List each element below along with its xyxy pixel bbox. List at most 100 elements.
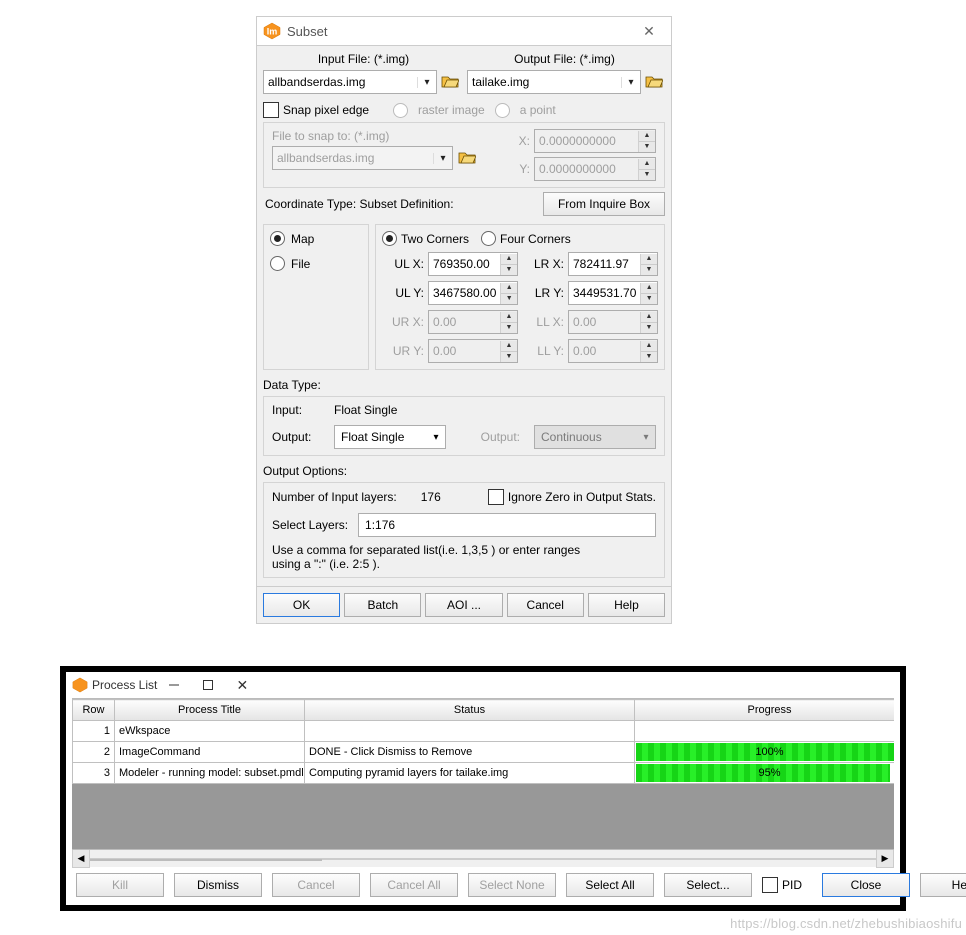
- minimize-icon[interactable]: [157, 674, 191, 696]
- batch-button[interactable]: Batch: [344, 593, 421, 617]
- uly-value: 3467580.00: [429, 286, 500, 300]
- select-all-label: Select All: [585, 878, 634, 892]
- select-all-button[interactable]: Select All: [566, 873, 654, 897]
- scroll-thumb[interactable]: [90, 859, 322, 861]
- snap-file-browse-icon[interactable]: [456, 146, 478, 168]
- process-list-window: Process List ✕ Row Process Title Status …: [60, 666, 906, 911]
- lrx-input[interactable]: 782411.97▲▼: [568, 252, 658, 276]
- pid-checkbox[interactable]: [762, 877, 778, 893]
- cancel-button[interactable]: Cancel: [507, 593, 584, 617]
- snap-point-label: a point: [520, 103, 556, 117]
- numlayers-value: 176: [421, 490, 441, 504]
- ury-label: UR Y:: [382, 344, 424, 358]
- snap-label: Snap pixel edge: [283, 103, 383, 117]
- input-file-browse-icon[interactable]: [439, 70, 461, 92]
- snap-file-value: allbandserdas.img: [273, 151, 433, 165]
- dt-output2-select: Continuous ▾: [534, 425, 656, 449]
- chevron-down-icon[interactable]: ▾: [621, 77, 640, 88]
- select-button[interactable]: Select...: [664, 873, 752, 897]
- snap-y-input: 0.0000000000 ▲▼: [534, 157, 656, 181]
- corners-panel: Two Corners Four Corners UL X: 769350.00…: [375, 224, 665, 370]
- table-row[interactable]: 2ImageCommandDONE - Click Dismiss to Rem…: [73, 742, 895, 763]
- dismiss-label: Dismiss: [197, 878, 239, 892]
- process-buttons: Kill Dismiss Cancel Cancel All Select No…: [66, 867, 900, 905]
- output-file-browse-icon[interactable]: [643, 70, 665, 92]
- lry-input[interactable]: 3449531.70▲▼: [568, 281, 658, 305]
- chevron-down-icon[interactable]: ▾: [417, 77, 436, 88]
- help-button[interactable]: Help: [588, 593, 665, 617]
- snap-checkbox[interactable]: [263, 102, 279, 118]
- scroll-right-icon[interactable]: ▶: [876, 849, 894, 868]
- table-row[interactable]: 3Modeler - running model: subset.pmdlCom…: [73, 763, 895, 784]
- input-file-combo[interactable]: allbandserdas.img ▾: [263, 70, 437, 94]
- aoi-button[interactable]: AOI ...: [425, 593, 502, 617]
- snap-x-value: 0.0000000000: [535, 134, 638, 148]
- aoi-label: AOI ...: [447, 598, 481, 612]
- input-file-value: allbandserdas.img: [264, 75, 417, 89]
- output-file-label: Output File: (*.img): [464, 52, 665, 66]
- select-none-button: Select None: [468, 873, 556, 897]
- row-progress: [635, 721, 895, 742]
- help-proc-label: Help: [952, 878, 966, 892]
- dt-output2-label: Output:: [481, 430, 520, 444]
- dt-output-select[interactable]: Float Single ▾: [334, 425, 446, 449]
- ok-button[interactable]: OK: [263, 593, 340, 617]
- coord-map-label: Map: [291, 232, 314, 246]
- ok-label: OK: [293, 598, 310, 612]
- row-status: DONE - Click Dismiss to Remove: [305, 742, 635, 763]
- four-corners-radio[interactable]: [481, 231, 496, 246]
- input-file-label: Input File: (*.img): [263, 52, 464, 66]
- output-options-header: Output Options:: [263, 460, 665, 478]
- from-inquire-label: From Inquire Box: [558, 197, 650, 211]
- dismiss-button[interactable]: Dismiss: [174, 873, 262, 897]
- col-row[interactable]: Row: [73, 700, 115, 721]
- spin-icon[interactable]: ▲▼: [640, 254, 657, 275]
- ignore-zero-checkbox[interactable]: [488, 489, 504, 505]
- process-table: Row Process Title Status Progress 1eWksp…: [72, 699, 894, 784]
- chevron-down-icon[interactable]: ▾: [427, 432, 445, 443]
- col-progress[interactable]: Progress: [635, 700, 895, 721]
- dt-input-label: Input:: [272, 403, 320, 417]
- ulx-label: UL X:: [382, 257, 424, 271]
- coord-file-radio[interactable]: [270, 256, 285, 271]
- coord-map-radio[interactable]: [270, 231, 285, 246]
- cancel-all-label: Cancel All: [387, 878, 440, 892]
- horizontal-scrollbar[interactable]: ◀ ▶: [72, 850, 894, 867]
- urx-value: 0.00: [429, 315, 500, 329]
- table-row[interactable]: 1eWkspace: [73, 721, 895, 742]
- cancel-label: Cancel: [527, 598, 564, 612]
- snap-file-group: File to snap to: (*.img) allbandserdas.i…: [263, 122, 665, 188]
- select-layers-input[interactable]: [358, 513, 656, 537]
- col-status[interactable]: Status: [305, 700, 635, 721]
- ulx-input[interactable]: 769350.00▲▼: [428, 252, 518, 276]
- spin-icon: ▲▼: [640, 312, 657, 333]
- from-inquire-button[interactable]: From Inquire Box: [543, 192, 665, 216]
- close-label: Close: [851, 878, 882, 892]
- scroll-left-icon[interactable]: ◀: [72, 849, 90, 868]
- close-button[interactable]: Close: [822, 873, 910, 897]
- maximize-icon[interactable]: [191, 674, 225, 696]
- app-logo-icon: Im: [263, 22, 281, 40]
- cancel-proc-button: Cancel: [272, 873, 360, 897]
- two-corners-radio[interactable]: [382, 231, 397, 246]
- subset-titlebar: Im Subset ✕: [257, 17, 671, 46]
- snap-raster-radio: [393, 103, 408, 118]
- dt-output2-value: Continuous: [535, 430, 637, 444]
- close-icon[interactable]: ✕: [631, 19, 667, 43]
- cancel-all-button: Cancel All: [370, 873, 458, 897]
- snap-x-input: 0.0000000000 ▲▼: [534, 129, 656, 153]
- spin-icon: ▲▼: [500, 341, 517, 362]
- spin-icon: ▲▼: [638, 159, 655, 180]
- spin-icon[interactable]: ▲▼: [500, 254, 517, 275]
- uly-input[interactable]: 3467580.00▲▼: [428, 281, 518, 305]
- grid-empty-area: [72, 784, 894, 849]
- col-title[interactable]: Process Title: [115, 700, 305, 721]
- row-title: Modeler - running model: subset.pmdl: [115, 763, 305, 784]
- select-none-label: Select None: [479, 878, 544, 892]
- close-icon[interactable]: ✕: [225, 674, 259, 696]
- spin-icon[interactable]: ▲▼: [640, 283, 657, 304]
- help-proc-button[interactable]: Help: [920, 873, 966, 897]
- cancel-proc-label: Cancel: [297, 878, 334, 892]
- output-file-combo[interactable]: tailake.img ▾: [467, 70, 641, 94]
- spin-icon[interactable]: ▲▼: [500, 283, 517, 304]
